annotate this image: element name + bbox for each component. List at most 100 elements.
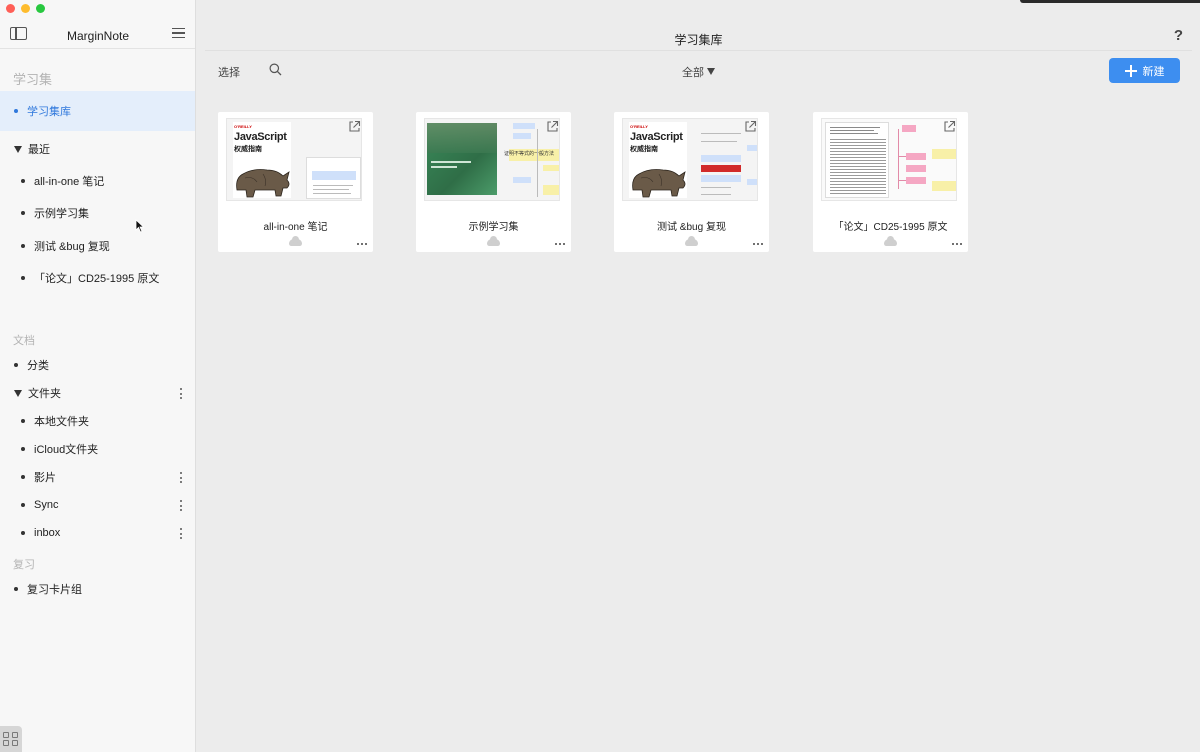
notebook-thumbnail: O'REILLY JavaScript 权威指南 [622,118,758,201]
sidebar-item-study-library[interactable]: 学习集库 [0,91,195,131]
bullet-icon [14,363,18,367]
select-button[interactable]: 选择 [218,64,240,80]
open-external-icon[interactable] [546,120,559,133]
sidebar-item-folder-movies[interactable]: 影片 [0,466,195,488]
header-divider [205,50,1192,51]
hamburger-menu-icon[interactable] [172,28,185,38]
new-button-label: 新建 [1142,65,1165,78]
bullet-icon [21,447,25,451]
open-external-icon[interactable] [943,120,956,133]
sidebar-item-label: 「论文」CD25-1995 原文 [34,273,160,285]
sidebar-item-label: 示例学习集 [34,208,89,220]
mindmap-text: 证明不等式的一般方法 [503,151,554,157]
sidebar-item-recent[interactable]: 最近 [0,138,195,160]
notebook-thumbnail: 证明不等式的一般方法 [424,118,560,201]
rhino-illustration [236,169,290,198]
notebook-card[interactable]: 证明不等式的一般方法 示例学习集 [416,112,571,252]
minimize-window-button[interactable] [21,4,30,13]
rhino-illustration [632,169,686,198]
sidebar-item-folder-inbox[interactable]: inbox [0,522,195,544]
cloud-icon [289,236,302,246]
more-options-icon[interactable] [180,472,183,483]
filter-dropdown[interactable]: 全部 [682,64,715,80]
sidebar-item-folder-sync[interactable]: Sync [0,494,195,516]
sidebar-item-recent-1[interactable]: all-in-one 笔记 [0,170,195,192]
more-options-icon[interactable] [180,388,183,399]
cloud-icon [487,236,500,246]
notebook-thumbnail [821,118,957,201]
sidebar-item-label: 学习集库 [27,106,71,118]
bullet-icon [21,531,25,535]
sidebar-item-label: 文件夹 [28,388,61,400]
book-cover: O'REILLY JavaScript 权威指南 [233,122,291,198]
pdf-page [825,122,889,198]
window-edge [1020,0,1200,3]
book-title: JavaScript [630,131,683,143]
more-options-icon[interactable] [753,243,763,245]
bullet-icon [21,503,25,507]
more-options-icon[interactable] [952,243,962,245]
more-options-icon[interactable] [180,528,183,539]
card-title: 「论文」CD25-1995 原文 [833,222,948,233]
more-options-icon[interactable] [357,243,367,245]
sidebar-item-label: 本地文件夹 [34,416,89,428]
open-external-icon[interactable] [348,120,361,133]
disclosure-triangle-icon[interactable] [14,389,22,397]
book-cover: O'REILLY JavaScript 权威指南 [629,122,687,198]
sidebar-item-categories[interactable]: 分类 [0,354,195,376]
section-docs-label: 文档 [13,335,35,347]
window-controls [6,4,45,13]
sidebar-item-label: iCloud文件夹 [34,444,99,456]
bullet-icon [14,587,18,591]
grid-view-icon[interactable] [0,726,22,752]
notebook-card[interactable]: O'REILLY JavaScript 权威指南 all-in-one 笔记 [218,112,373,252]
app-title: MarginNote [66,29,130,43]
disclosure-triangle-icon[interactable] [14,145,22,153]
search-icon[interactable] [269,63,282,76]
sidebar-item-label: 分类 [27,360,49,372]
book-subtitle: 权威指南 [630,146,658,153]
sidebar-item-folder-icloud[interactable]: iCloud文件夹 [0,438,195,460]
bullet-icon [21,244,25,248]
notebook-thumbnail: O'REILLY JavaScript 权威指南 [226,118,362,201]
open-external-icon[interactable] [744,120,757,133]
bullet-icon [21,419,25,423]
sidebar: MarginNote 学习集 学习集库 最近 all-in-one 笔记 示例学… [0,0,196,752]
mindmap-node [312,171,356,180]
new-button[interactable]: 新建 [1109,58,1180,83]
close-window-button[interactable] [6,4,15,13]
help-button[interactable]: ? [1174,27,1183,44]
bullet-icon [21,475,25,479]
bullet-icon [21,276,25,280]
sidebar-item-label: 复习卡片组 [27,584,82,596]
sidebar-item-folder-local[interactable]: 本地文件夹 [0,410,195,432]
filter-label: 全部 [682,67,704,79]
cloud-icon [884,236,897,246]
plus-icon [1124,64,1137,77]
sidebar-header: MarginNote [0,24,196,46]
sidebar-item-review-decks[interactable]: 复习卡片组 [0,578,195,600]
notebook-card[interactable]: 「论文」CD25-1995 原文 [813,112,968,252]
main-panel: 学习集库 ? 选择 全部 新建 O'REILLY JavaScript 权威指南 [197,0,1200,752]
more-options-icon[interactable] [555,243,565,245]
card-title: all-in-one 笔记 [263,222,328,233]
sidebar-divider [0,48,195,49]
sidebar-item-folders[interactable]: 文件夹 [0,382,195,404]
sidebar-item-label: inbox [34,527,61,539]
notebook-card[interactable]: O'REILLY JavaScript 权威指南 测试 &bug 复现 [614,112,769,252]
zoom-window-button[interactable] [36,4,45,13]
publisher-logo: O'REILLY [630,124,648,129]
book-subtitle: 权威指南 [234,146,262,153]
sidebar-item-label: 测试 &bug 复现 [34,241,110,253]
publisher-logo: O'REILLY [234,124,252,129]
more-options-icon[interactable] [180,500,183,511]
bullet-icon [21,179,25,183]
page-title: 学习集库 [674,33,723,47]
sidebar-item-recent-2[interactable]: 示例学习集 [0,202,195,224]
card-title: 测试 &bug 复现 [657,222,726,233]
card-title: 示例学习集 [468,222,519,233]
sidebar-item-recent-4[interactable]: 「论文」CD25-1995 原文 [0,267,195,289]
cloud-icon [685,236,698,246]
sidebar-item-recent-3[interactable]: 测试 &bug 复现 [0,235,195,257]
section-study-label: 学习集 [13,72,53,87]
